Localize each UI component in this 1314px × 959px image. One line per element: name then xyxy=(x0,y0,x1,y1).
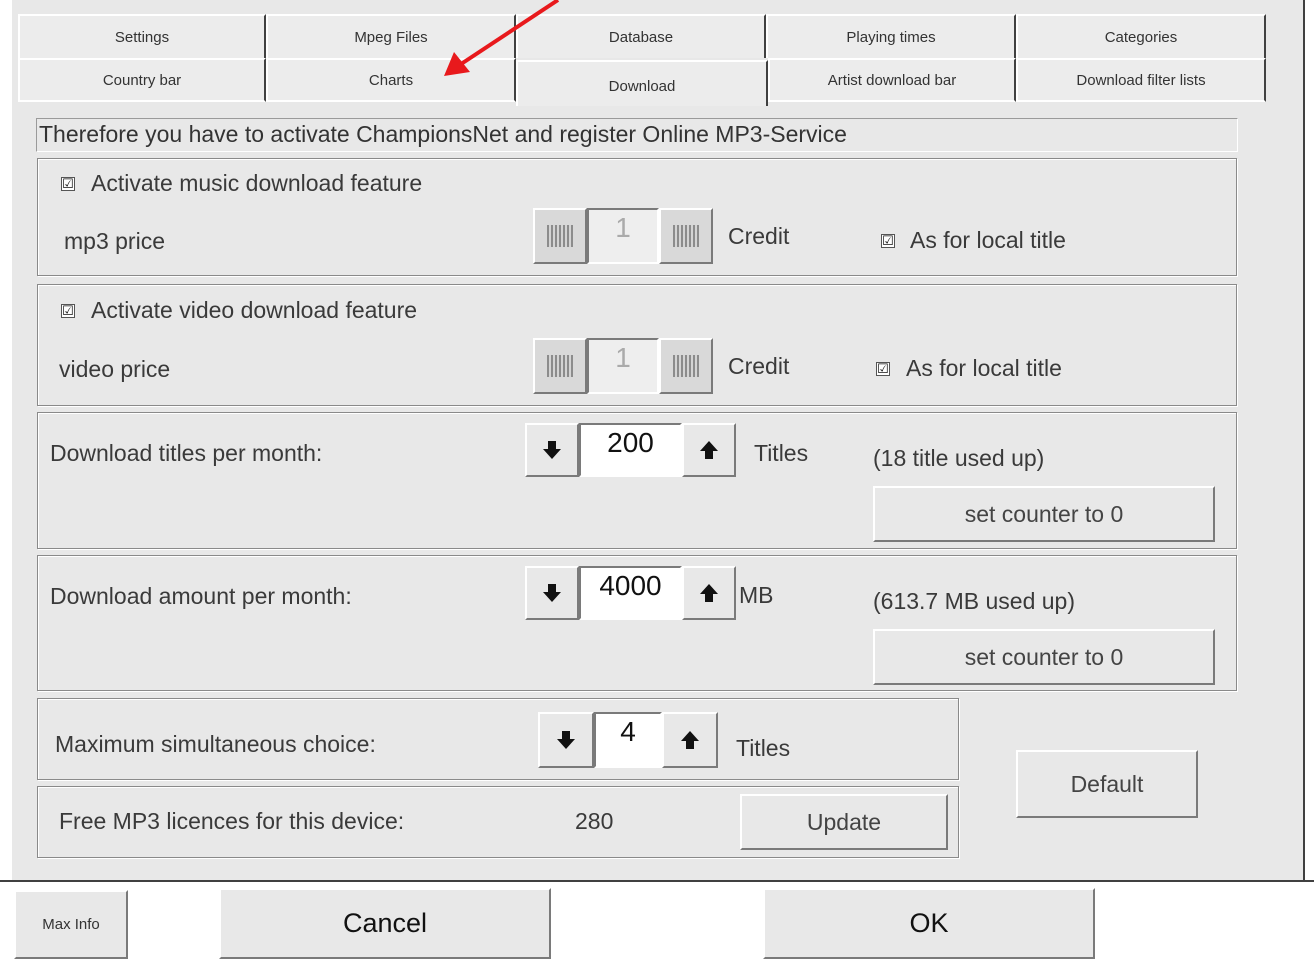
mp3-price-increase-button[interactable] xyxy=(659,208,713,264)
disabled-arrow-icon xyxy=(673,225,699,247)
video-price-field[interactable]: 1 xyxy=(587,338,659,394)
update-button[interactable]: Update xyxy=(740,794,948,850)
video-activate-label: Activate video download feature xyxy=(91,297,418,323)
max-choice-increase-button[interactable] xyxy=(662,712,718,768)
music-activate-label: Activate music download feature xyxy=(91,170,423,196)
tab-categories[interactable]: Categories xyxy=(1016,14,1266,58)
tab-download-filter-lists[interactable]: Download filter lists xyxy=(1016,58,1266,102)
footer-bar xyxy=(0,880,1314,959)
video-as-local-checkbox[interactable]: ☑ xyxy=(876,362,890,376)
mp3-price-unit: Credit xyxy=(728,223,790,249)
amount-per-month-label: Download amount per month: xyxy=(50,583,352,609)
video-price-unit: Credit xyxy=(728,353,790,379)
video-price-increase-button[interactable] xyxy=(659,338,713,394)
reset-amount-counter-button[interactable]: set counter to 0 xyxy=(873,629,1215,685)
disabled-arrow-icon xyxy=(673,355,699,377)
music-activate-checkbox[interactable]: ☑ xyxy=(61,177,75,191)
licences-value: 280 xyxy=(575,808,614,834)
reset-titles-counter-button[interactable]: set counter to 0 xyxy=(873,486,1215,542)
tab-settings[interactable]: Settings xyxy=(18,14,266,58)
tab-label: Download filter lists xyxy=(1076,71,1206,89)
titles-used-text: (18 title used up) xyxy=(873,445,1045,471)
arrow-up-icon xyxy=(681,731,699,749)
mp3-price-label: mp3 price xyxy=(64,228,165,254)
amount-per-month-field[interactable]: 4000 xyxy=(579,566,682,620)
max-choice-field[interactable]: 4 xyxy=(594,712,662,768)
tab-label: Download xyxy=(608,77,676,95)
amount-decrease-button[interactable] xyxy=(525,566,579,620)
video-activate-checkbox[interactable]: ☑ xyxy=(61,304,75,318)
info-text: Therefore you have to activate Champions… xyxy=(39,121,847,147)
arrow-up-icon xyxy=(700,441,718,459)
video-price-label: video price xyxy=(59,356,171,382)
annotation-arrow-icon xyxy=(444,0,560,76)
titles-increase-button[interactable] xyxy=(682,423,736,477)
tab-label: Database xyxy=(608,28,674,46)
ok-button[interactable]: OK xyxy=(763,888,1095,959)
titles-per-month-unit: Titles xyxy=(754,440,809,466)
max-info-button[interactable]: Max Info xyxy=(14,890,128,959)
default-button[interactable]: Default xyxy=(1016,750,1198,818)
arrow-down-icon xyxy=(543,441,561,459)
tab-label: Categories xyxy=(1104,28,1178,46)
arrow-down-icon xyxy=(543,584,561,602)
mp3-price-field[interactable]: 1 xyxy=(587,208,659,264)
tab-label: Mpeg Files xyxy=(354,28,428,46)
titles-decrease-button[interactable] xyxy=(525,423,579,477)
cancel-button[interactable]: Cancel xyxy=(219,888,551,959)
tab-country-bar[interactable]: Country bar xyxy=(18,58,266,102)
max-choice-decrease-button[interactable] xyxy=(538,712,594,768)
music-as-local-checkbox[interactable]: ☑ xyxy=(881,234,895,248)
titles-per-month-label: Download titles per month: xyxy=(50,440,323,466)
arrow-down-icon xyxy=(557,731,575,749)
disabled-arrow-icon xyxy=(547,355,573,377)
max-choice-label: Maximum simultaneous choice: xyxy=(55,731,376,757)
tab-playing-times[interactable]: Playing times xyxy=(766,14,1016,58)
amount-increase-button[interactable] xyxy=(682,566,736,620)
tab-label: Charts xyxy=(368,71,414,89)
licences-label: Free MP3 licences for this device: xyxy=(59,808,405,834)
video-price-decrease-button[interactable] xyxy=(533,338,587,394)
amount-per-month-unit: MB xyxy=(739,582,774,608)
disabled-arrow-icon xyxy=(547,225,573,247)
arrow-up-icon xyxy=(700,584,718,602)
tab-artist-download-bar[interactable]: Artist download bar xyxy=(768,58,1016,102)
tab-label: Artist download bar xyxy=(827,71,957,89)
titles-per-month-field[interactable]: 200 xyxy=(579,423,682,477)
video-as-local-label: As for local title xyxy=(906,355,1062,381)
tab-label: Settings xyxy=(114,28,170,46)
amount-used-text: (613.7 MB used up) xyxy=(873,588,1076,614)
info-box: Therefore you have to activate Champions… xyxy=(36,118,1238,152)
max-choice-unit: Titles xyxy=(736,735,791,761)
music-as-local-label: As for local title xyxy=(910,227,1066,253)
tab-label: Playing times xyxy=(846,28,936,46)
mp3-price-decrease-button[interactable] xyxy=(533,208,587,264)
tab-label: Country bar xyxy=(102,71,182,89)
